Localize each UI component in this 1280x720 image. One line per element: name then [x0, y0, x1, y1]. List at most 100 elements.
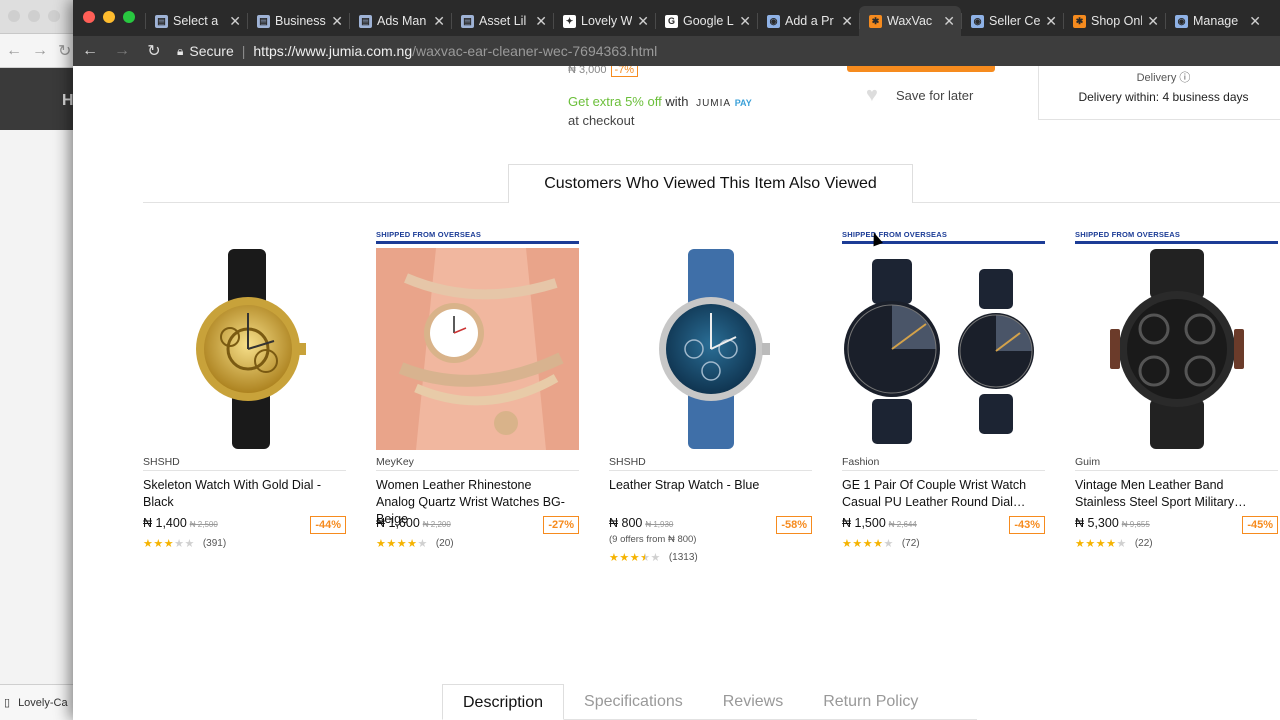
browser-tab[interactable]: ◉ Add a Pr ✕ [757, 6, 859, 36]
jumiapay-promo: Get extra 5% off with JUMIA PAY [568, 94, 752, 109]
tab-return-policy[interactable]: Return Policy [803, 684, 938, 720]
product-name[interactable]: Leather Strap Watch - Blue [609, 477, 799, 494]
delivery-box: Delivery ⓘ Delivery within: 4 business d… [1038, 66, 1280, 120]
product-name[interactable]: Vintage Men Leather Band Stainless Steel… [1075, 477, 1265, 511]
zoom-window-button[interactable] [123, 11, 135, 23]
close-tab-icon[interactable]: ✕ [1045, 13, 1057, 30]
browser-tab[interactable]: ✦ Lovely W ✕ [553, 6, 655, 36]
lock-icon: 🔒︎ [177, 43, 184, 58]
tab-bar: ▤ Select a ✕ ▤ Business ✕ ▤ Ads Man ✕ ▤ Asset Lil ✕… [73, 0, 1280, 36]
product-image[interactable] [609, 248, 812, 450]
star-rating-icon: ★★★★★ [1075, 538, 1127, 550]
old-price: ₦ 2,200 [422, 520, 451, 529]
jumia-logo: JUMIA [696, 98, 732, 109]
minimize-window-button[interactable] [103, 11, 115, 23]
discount-badge: -44% [310, 516, 346, 534]
review-count: (1313) [668, 552, 698, 563]
review-count: (22) [1134, 538, 1153, 549]
discount-badge: -7% [610, 66, 639, 77]
divider [143, 470, 346, 471]
address-bar[interactable]: 🔒︎ Secure | https://www.jumia.com.ng/wax… [177, 43, 657, 59]
save-for-later-button[interactable]: ♥ Save for later [866, 85, 973, 105]
close-tab-icon[interactable]: ✕ [943, 13, 955, 30]
product-image[interactable] [376, 248, 579, 450]
page-content: ₦ 3,000 -7% Get extra 5% off with JUMIA P… [73, 66, 1280, 720]
product-card[interactable]: SHIPPED FROM OVERSEAS Fashion GE 1 Pair Of… [842, 230, 1045, 560]
old-price: ₦ 9,655 [1121, 520, 1150, 529]
close-tab-icon[interactable]: ✕ [739, 13, 751, 30]
tab-specifications[interactable]: Specifications [564, 684, 703, 720]
download-bar-item[interactable]: ▯ Lovely-Ca [0, 684, 80, 720]
product-image[interactable] [842, 248, 1045, 450]
product-card[interactable]: SHSHD Skeleton Watch With Gold Dial - Bla… [143, 230, 346, 560]
browser-tab[interactable]: G Google L ✕ [655, 6, 757, 36]
close-tab-icon[interactable]: ✕ [433, 13, 445, 30]
doc-icon: ▤ [257, 14, 270, 28]
close-tab-icon[interactable]: ✕ [535, 13, 547, 30]
tab-title: Manage [1193, 14, 1239, 28]
star-rating-icon: ★★★★★ [842, 538, 894, 550]
google-icon: G [665, 14, 678, 28]
product-price: ₦ 1,500 ₦ 2,644 [842, 516, 917, 530]
url-separator: | [241, 43, 246, 59]
product-image[interactable] [143, 248, 346, 450]
browser-tab[interactable]: ✱ WaxVac ✕ [859, 6, 961, 36]
product-rating: ★★★★★ (1313) [609, 551, 698, 564]
product-detail-tabs: Description Specifications Reviews Return P… [442, 684, 977, 720]
reload-button[interactable]: ↻ [145, 41, 163, 61]
review-count: (20) [435, 538, 454, 549]
add-to-cart-button[interactable] [847, 66, 995, 72]
product-name[interactable]: GE 1 Pair Of Couple Wrist Watch Casual P… [842, 477, 1032, 511]
browser-tab[interactable]: ✱ Shop Onl ✕ [1063, 6, 1165, 36]
close-tab-icon[interactable]: ✕ [229, 13, 241, 30]
browser-tab[interactable]: ▤ Select a ✕ [145, 6, 247, 36]
browser-window: ▤ Select a ✕ ▤ Business ✕ ▤ Ads Man ✕ ▤ Asset Lil ✕… [73, 0, 1280, 720]
product-image[interactable] [1075, 248, 1278, 450]
discount-badge: -58% [776, 516, 812, 534]
product-card[interactable]: SHSHD Leather Strap Watch - Blue ₦ 800 ₦ 1,… [609, 230, 812, 564]
product-brand: Guim [1075, 456, 1101, 468]
close-tab-icon[interactable]: ✕ [1147, 13, 1159, 30]
back-button[interactable]: ← [81, 42, 99, 60]
browser-tab[interactable]: ▤ Asset Lil ✕ [451, 6, 553, 36]
browser-tab[interactable]: ◉ Manage ✕ [1165, 6, 1267, 36]
background-window-controls [8, 10, 60, 22]
close-tab-icon[interactable]: ✕ [841, 13, 853, 30]
background-toolbar: ← → ↻ [0, 34, 80, 68]
product-price: ₦ 1,400 ₦ 2,500 [143, 516, 218, 530]
product-brand: SHSHD [609, 456, 646, 468]
forward-button[interactable]: → [113, 42, 131, 60]
close-window-button[interactable] [83, 11, 95, 23]
tab-title: Asset Lil [479, 14, 527, 28]
close-tab-icon[interactable]: ✕ [331, 13, 343, 30]
product-rating: ★★★★★ (391) [143, 537, 226, 550]
product-card[interactable]: SHIPPED FROM OVERSEAS Guim Vintage Men Lea… [1075, 230, 1278, 560]
delivery-text: Delivery within: 4 business days [1078, 90, 1249, 104]
divider [376, 470, 579, 471]
browser-tab[interactable]: ◉ Seller Ce ✕ [961, 6, 1063, 36]
tab-title: Shop Onl [1091, 14, 1143, 28]
star-rating-icon: ★★★★★ [376, 538, 428, 550]
offers-count[interactable]: (9 offers from ₦ 800) [609, 534, 696, 545]
globe-icon: ◉ [971, 14, 984, 28]
tab-reviews[interactable]: Reviews [703, 684, 803, 720]
jumia-icon: ✱ [1073, 14, 1086, 28]
browser-tab[interactable]: ▤ Ads Man ✕ [349, 6, 451, 36]
discount-badge: -27% [543, 516, 579, 534]
old-price-fragment: ₦ 3,000 -7% [568, 66, 639, 77]
shipped-from-overseas-banner: SHIPPED FROM OVERSEAS [1075, 230, 1278, 244]
forward-arrow-icon: → [32, 41, 48, 59]
doc-icon: ▤ [461, 14, 474, 28]
browser-tab[interactable]: ▤ Business ✕ [247, 6, 349, 36]
close-tab-icon[interactable]: ✕ [637, 13, 649, 30]
tab-title: Ads Man [377, 14, 427, 28]
screen: ← → ↻ H ▯ Lovely-Ca ▤ Select a ✕ ▤ Business ✕… [0, 0, 1280, 720]
tab-title: Google L [683, 14, 734, 28]
product-card[interactable]: SHIPPED FROM OVERSEAS MeyKey Women Leather… [376, 230, 579, 560]
product-price: ₦ 1,600 ₦ 2,200 [376, 516, 451, 530]
product-name[interactable]: Skeleton Watch With Gold Dial - Black [143, 477, 333, 511]
close-tab-icon[interactable]: ✕ [1249, 13, 1261, 30]
background-window: ← → ↻ H ▯ Lovely-Ca [0, 0, 80, 720]
tab-title: Business [275, 14, 326, 28]
tab-description[interactable]: Description [442, 684, 565, 720]
